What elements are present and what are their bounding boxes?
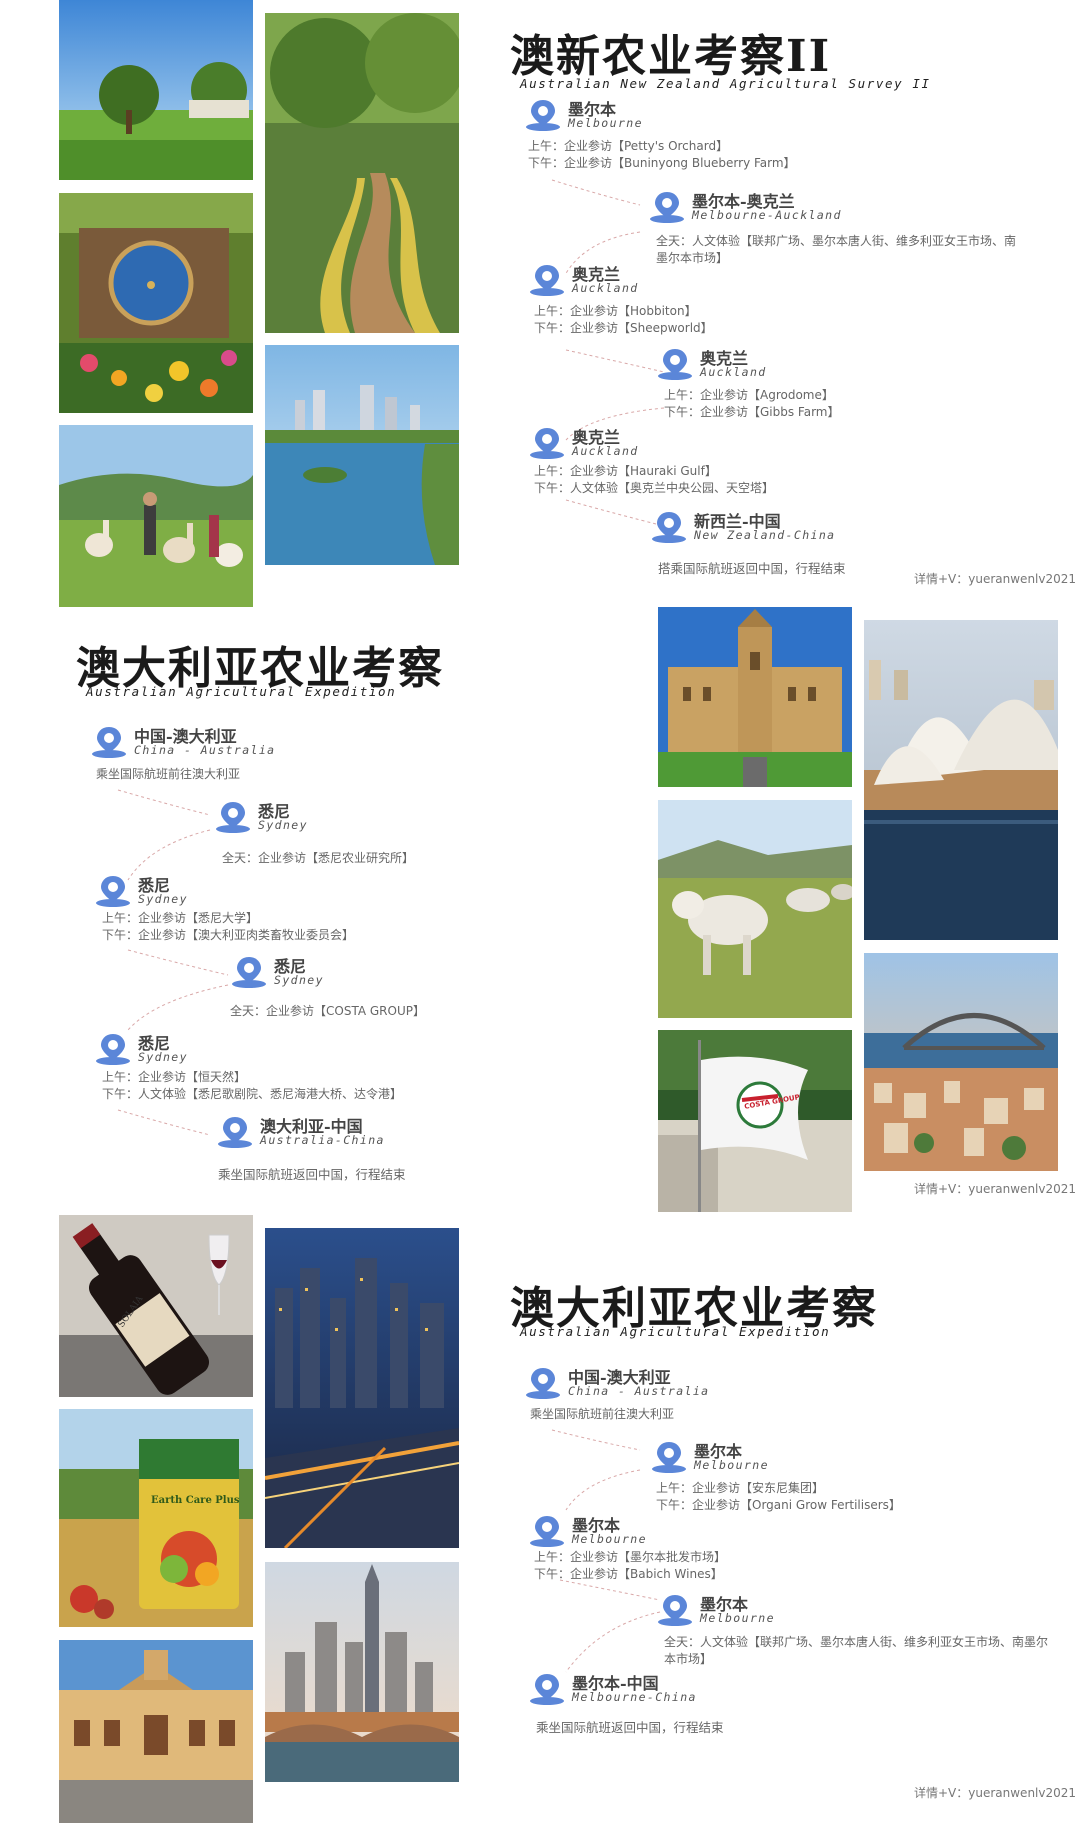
photo-melbourne-skyline — [265, 1562, 459, 1782]
photo-victoria-market — [59, 1640, 253, 1823]
activity-line: 上午：企业参访【Hobbiton】 — [534, 304, 697, 318]
section-2-stop-3-activities: 上午：企业参访【悉尼大学】 下午：企业参访【澳大利亚肉类畜牧业委员会】 — [102, 910, 354, 943]
activity-line: 下午：人文体验【悉尼歌剧院、悉尼海港大桥、达令港】 — [102, 1086, 403, 1101]
stop-name-en: Sydney — [274, 973, 324, 987]
photo-lake-city — [265, 345, 459, 565]
activity-line: 全天：企业参访【COSTA GROUP】 — [230, 1004, 425, 1018]
photo-alpacas — [59, 425, 253, 607]
location-pin-icon — [528, 1672, 566, 1706]
activity-line: 上午：企业参访【安东尼集团】 — [656, 1481, 825, 1495]
location-pin-icon — [528, 263, 566, 297]
location-pin-icon — [216, 1115, 254, 1149]
location-pin-icon — [524, 98, 562, 132]
activity-line: 下午：企业参访【Babich Wines】 — [534, 1566, 723, 1581]
section-1-stop-3-activities: 上午：企业参访【Hobbiton】 下午：企业参访【Sheepworld】 — [534, 303, 713, 336]
stop-name-en: Sydney — [258, 818, 308, 832]
section-3-closing: 乘坐国际航班返回中国，行程结束 — [536, 1720, 724, 1735]
activity-line: 下午：人文体验【奥克兰中央公园、天空塔】 — [534, 480, 775, 495]
section-2-stop-5-activities: 上午：企业参访【恒天然】 下午：人文体验【悉尼歌剧院、悉尼海港大桥、达令港】 — [102, 1069, 402, 1102]
photo-cattle — [658, 800, 852, 1018]
location-pin-icon — [528, 426, 566, 460]
section-3-stop-4-activities: 全天：人文体验【联邦广场、墨尔本唐人街、维多利亚女王市场、南墨尔本市场】 — [664, 1634, 1049, 1667]
stop-name-en: Melbourne — [568, 116, 643, 130]
location-pin-icon — [656, 347, 694, 381]
activity-line: 下午：企业参访【澳大利亚肉类畜牧业委员会】 — [102, 927, 355, 942]
section-1-title: 澳新农业考察II — [510, 31, 832, 82]
section-3-stop-2-activities: 上午：企业参访【安东尼集团】 下午：企业参访【Organi Grow Ferti… — [656, 1480, 901, 1513]
stop-name-en: Melbourne — [694, 1458, 769, 1472]
section-2-closing: 乘坐国际航班返回中国，行程结束 — [218, 1167, 406, 1182]
photo-wine-bottle: SOLAIA — [59, 1215, 253, 1397]
activity-line: 上午：企业参访【悉尼大学】 — [102, 911, 259, 925]
section-1-closing: 搭乘国际航班返回中国，行程结束 — [658, 561, 846, 576]
section-3-subtitle: Australian Agricultural Expedition — [520, 1324, 831, 1339]
location-pin-icon — [656, 1593, 694, 1627]
stop-name-en: Melbourne-China — [572, 1690, 697, 1704]
location-pin-icon — [94, 874, 132, 908]
section-2-stop-4-activities: 全天：企业参访【COSTA GROUP】 — [230, 1003, 425, 1020]
stop-name-en: New Zealand-China — [694, 528, 836, 542]
activity-line: 全天：人文体验【联邦广场、墨尔本唐人街、维多利亚女王市场、南墨尔本市场】 — [656, 234, 1017, 265]
activity-line: 下午：企业参访【Gibbs Farm】 — [664, 404, 840, 419]
photo-sydney-harbour-bridge — [864, 953, 1058, 1171]
location-pin-icon — [650, 510, 688, 544]
section-1-contact: 详情+V：yueranwenlv2021 — [914, 572, 1077, 586]
stop-name-en: Auckland — [700, 365, 767, 379]
location-pin-icon — [528, 1514, 566, 1548]
stop-name-en: Australia-China — [260, 1133, 385, 1147]
location-pin-icon — [524, 1366, 562, 1400]
activity-line: 全天：人文体验【联邦广场、墨尔本唐人街、维多利亚女王市场、南墨尔本市场】 — [664, 1635, 1049, 1666]
location-pin-icon — [90, 725, 128, 759]
stop-name-en: Auckland — [572, 444, 639, 458]
stop-name-en: Sydney — [138, 1050, 188, 1064]
photo-costa-flag: COSTA GROUP — [658, 1030, 852, 1212]
section-1-stop-5-activities: 上午：企业参访【Hauraki Gulf】 下午：人文体验【奥克兰中央公园、天空… — [534, 463, 774, 496]
activity-line: 全天：企业参访【悉尼农业研究所】 — [222, 851, 415, 865]
activity-line: 上午：企业参访【恒天然】 — [102, 1070, 247, 1084]
section-2-stop-2-activities: 全天：企业参访【悉尼农业研究所】 — [222, 850, 414, 867]
photo-sydney-opera-house — [864, 620, 1058, 940]
stop-name-en: Melbourne — [572, 1532, 647, 1546]
location-pin-icon — [214, 800, 252, 834]
activity-line: 上午：企业参访【Petty's Orchard】 — [528, 139, 729, 153]
stop-name-en: Melbourne — [700, 1611, 775, 1625]
section-3-stop-1-activities: 乘坐国际航班前往澳大利亚 — [530, 1406, 674, 1423]
section-2-subtitle: Australian Agricultural Expedition — [86, 684, 397, 699]
location-pin-icon — [648, 190, 686, 224]
section-1-stop-1-activities: 上午：企业参访【Petty's Orchard】 下午：企业参访【Buninyo… — [528, 138, 796, 171]
section-2-contact: 详情+V：yueranwenlv2021 — [914, 1182, 1077, 1196]
photo-melbourne-night — [265, 1228, 459, 1548]
activity-line: 下午：企业参访【Organi Grow Fertilisers】 — [656, 1497, 901, 1512]
section-1-stop-2-activities: 全天：人文体验【联邦广场、墨尔本唐人街、维多利亚女王市场、南墨尔本市场】 — [656, 233, 1016, 266]
activity-line: 乘坐国际航班前往澳大利亚 — [530, 1407, 675, 1421]
stop-name-en: Melbourne-Auckland — [692, 208, 842, 222]
activity-line: 下午：企业参访【Sheepworld】 — [534, 320, 713, 335]
location-pin-icon — [650, 1440, 688, 1474]
activity-line: 下午：企业参访【Buninyong Blueberry Farm】 — [528, 155, 796, 170]
photo-sydney-university — [658, 607, 852, 787]
location-pin-icon — [230, 955, 268, 989]
stop-name-en: Auckland — [572, 281, 639, 295]
photo-fertilizer-bag: Earth Care Plus — [59, 1409, 253, 1627]
section-1-stop-4-activities: 上午：企业参访【Agrodome】 下午：企业参访【Gibbs Farm】 — [664, 387, 840, 420]
photo-garden-path — [265, 13, 459, 333]
section-2-stop-1-activities: 乘坐国际航班前往澳大利亚 — [96, 766, 240, 783]
activity-line: 上午：企业参访【墨尔本批发市场】 — [534, 1550, 727, 1564]
stop-name-en: China - Australia — [568, 1384, 710, 1398]
section-3-stop-3-activities: 上午：企业参访【墨尔本批发市场】 下午：企业参访【Babich Wines】 — [534, 1549, 726, 1582]
photo-green-lawn-tree — [59, 0, 253, 180]
section-1-subtitle: Australian New Zealand Agricultural Surv… — [520, 76, 931, 91]
stop-name-en: China - Australia — [134, 743, 276, 757]
activity-line: 上午：企业参访【Hauraki Gulf】 — [534, 464, 717, 478]
section-3-contact: 详情+V：yueranwenlv2021 — [914, 1786, 1077, 1800]
activity-line: 上午：企业参访【Agrodome】 — [664, 388, 834, 402]
location-pin-icon — [94, 1032, 132, 1066]
stop-name-en: Sydney — [138, 892, 188, 906]
fertilizer-bag-label: Earth Care Plus — [151, 1495, 240, 1506]
activity-line: 乘坐国际航班前往澳大利亚 — [96, 767, 241, 781]
photo-hobbit-door — [59, 193, 253, 413]
